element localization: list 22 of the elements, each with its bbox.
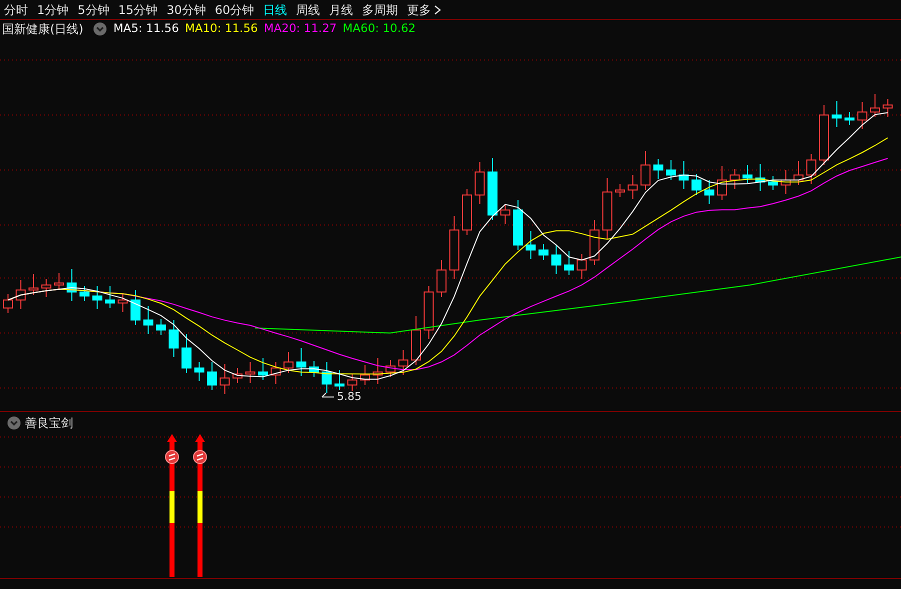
period-tab[interactable]: 多周期	[362, 4, 398, 16]
period-tab[interactable]: 1分钟	[37, 4, 69, 16]
period-tab[interactable]: 分时	[4, 4, 28, 16]
low-price-label: 5.85	[337, 391, 362, 402]
pointer-arrow-icon	[322, 392, 334, 398]
period-tab[interactable]: 日线	[263, 4, 288, 16]
period-tab[interactable]: 周线	[296, 4, 320, 16]
period-tab[interactable]: 5分钟	[78, 4, 110, 16]
period-tab[interactable]: 60分钟	[214, 4, 254, 16]
chart-title: 国新健康(日线)	[2, 21, 84, 38]
moving-average-legend: MA60: 10.62	[342, 20, 416, 38]
chevron-right-icon	[434, 4, 442, 14]
moving-average-legend: MA10: 11.56	[184, 20, 258, 38]
period-tab[interactable]: 30分钟	[166, 4, 206, 16]
period-tab[interactable]: 15分钟	[118, 4, 158, 16]
moving-average-legend: MA20: 11.27	[264, 20, 337, 38]
indicator-title: 善良宝剑	[25, 414, 73, 432]
period-tab[interactable]: 更多	[407, 4, 442, 16]
period-tab[interactable]: 月线	[329, 4, 354, 16]
moving-average-legend: MA5: 11.56	[113, 20, 179, 38]
chevron-icon	[7, 416, 21, 430]
chevron-icon	[93, 22, 108, 36]
